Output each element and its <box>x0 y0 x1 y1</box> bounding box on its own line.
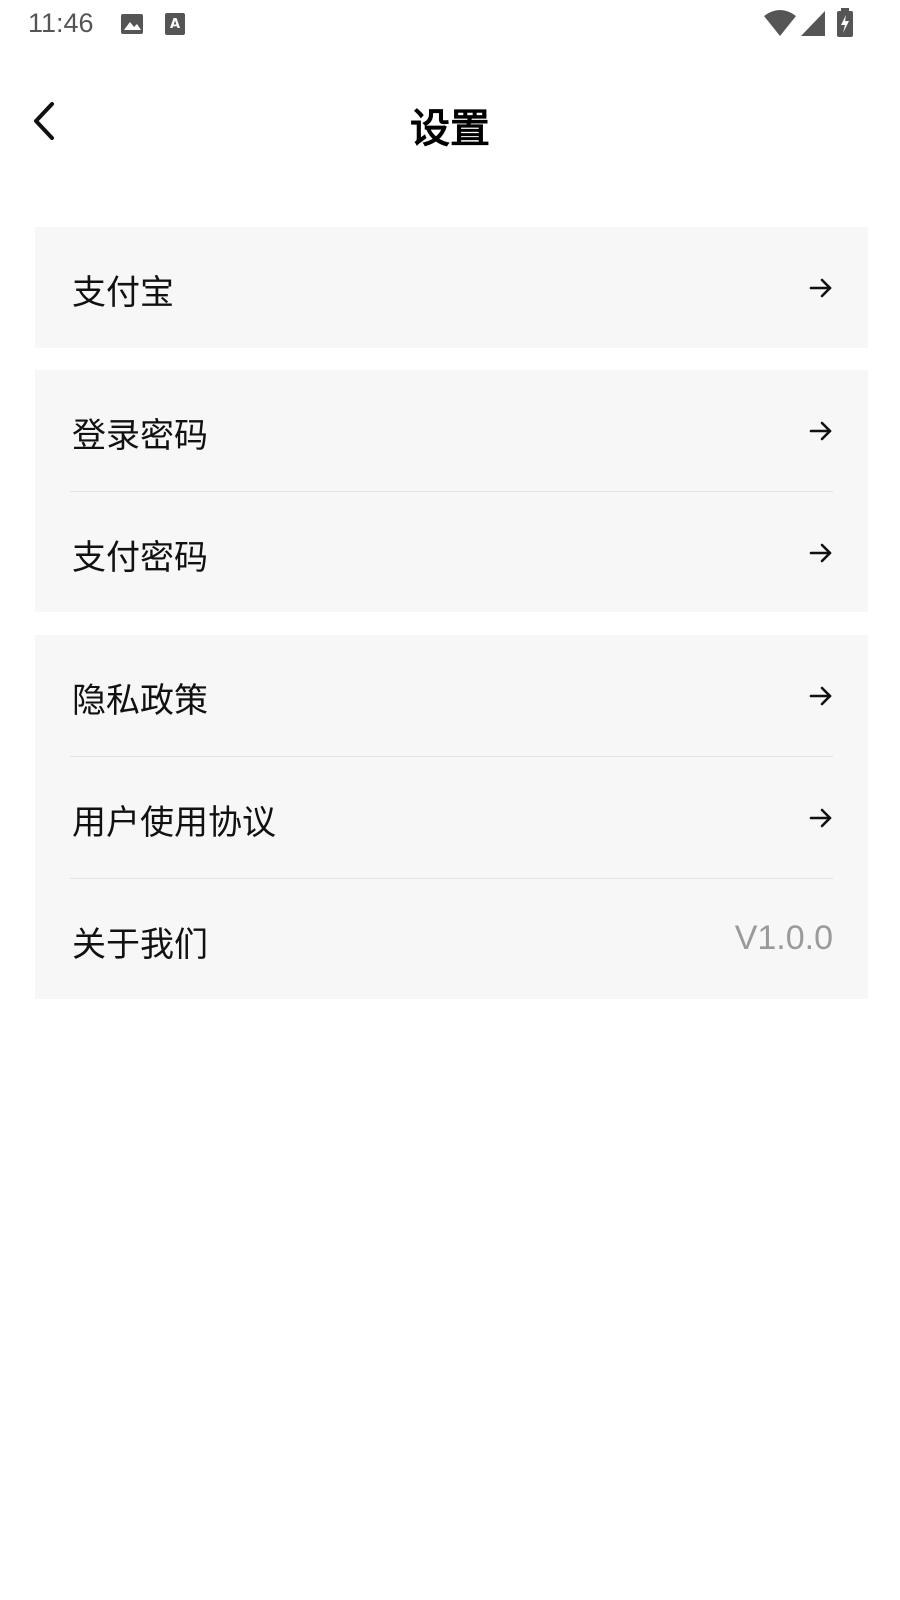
arrow-right-icon <box>809 543 832 563</box>
settings-row-privacy-policy[interactable]: 隐私政策 <box>35 635 868 756</box>
signal-icon <box>801 11 825 41</box>
row-label: 支付密码 <box>72 538 208 578</box>
version-value: V1.0.0 <box>734 919 833 957</box>
settings-group-payment-account: 支付宝 <box>35 227 868 348</box>
svg-text:A: A <box>170 17 180 32</box>
settings-row-login-password[interactable]: 登录密码 <box>35 370 868 491</box>
arrow-right-icon <box>809 808 832 828</box>
settings-row-user-agreement[interactable]: 用户使用协议 <box>35 757 868 878</box>
row-label: 关于我们 <box>72 925 208 965</box>
row-label: 用户使用协议 <box>72 803 276 843</box>
row-label: 隐私政策 <box>72 681 208 721</box>
arrow-right-icon <box>809 278 832 298</box>
arrow-right-icon <box>809 686 832 706</box>
battery-charging-icon <box>836 8 854 42</box>
image-icon <box>120 12 144 40</box>
settings-row-payment-password[interactable]: 支付密码 <box>35 492 868 612</box>
row-label: 支付宝 <box>72 273 174 313</box>
settings-group-about: 隐私政策 用户使用协议 关于我们 V1.0.0 <box>35 635 868 999</box>
wifi-icon <box>763 10 797 42</box>
text-a-icon: A <box>164 12 186 40</box>
page-title: 设置 <box>410 106 490 152</box>
status-bar: 11:46 A <box>0 0 900 52</box>
status-time: 11:46 <box>28 8 94 38</box>
settings-group-passwords: 登录密码 支付密码 <box>35 370 868 612</box>
settings-row-about-us[interactable]: 关于我们 V1.0.0 <box>35 879 868 999</box>
app-header: 设置 <box>0 70 900 180</box>
arrow-right-icon <box>809 421 832 441</box>
settings-row-alipay[interactable]: 支付宝 <box>35 227 868 348</box>
row-label: 登录密码 <box>72 416 208 456</box>
